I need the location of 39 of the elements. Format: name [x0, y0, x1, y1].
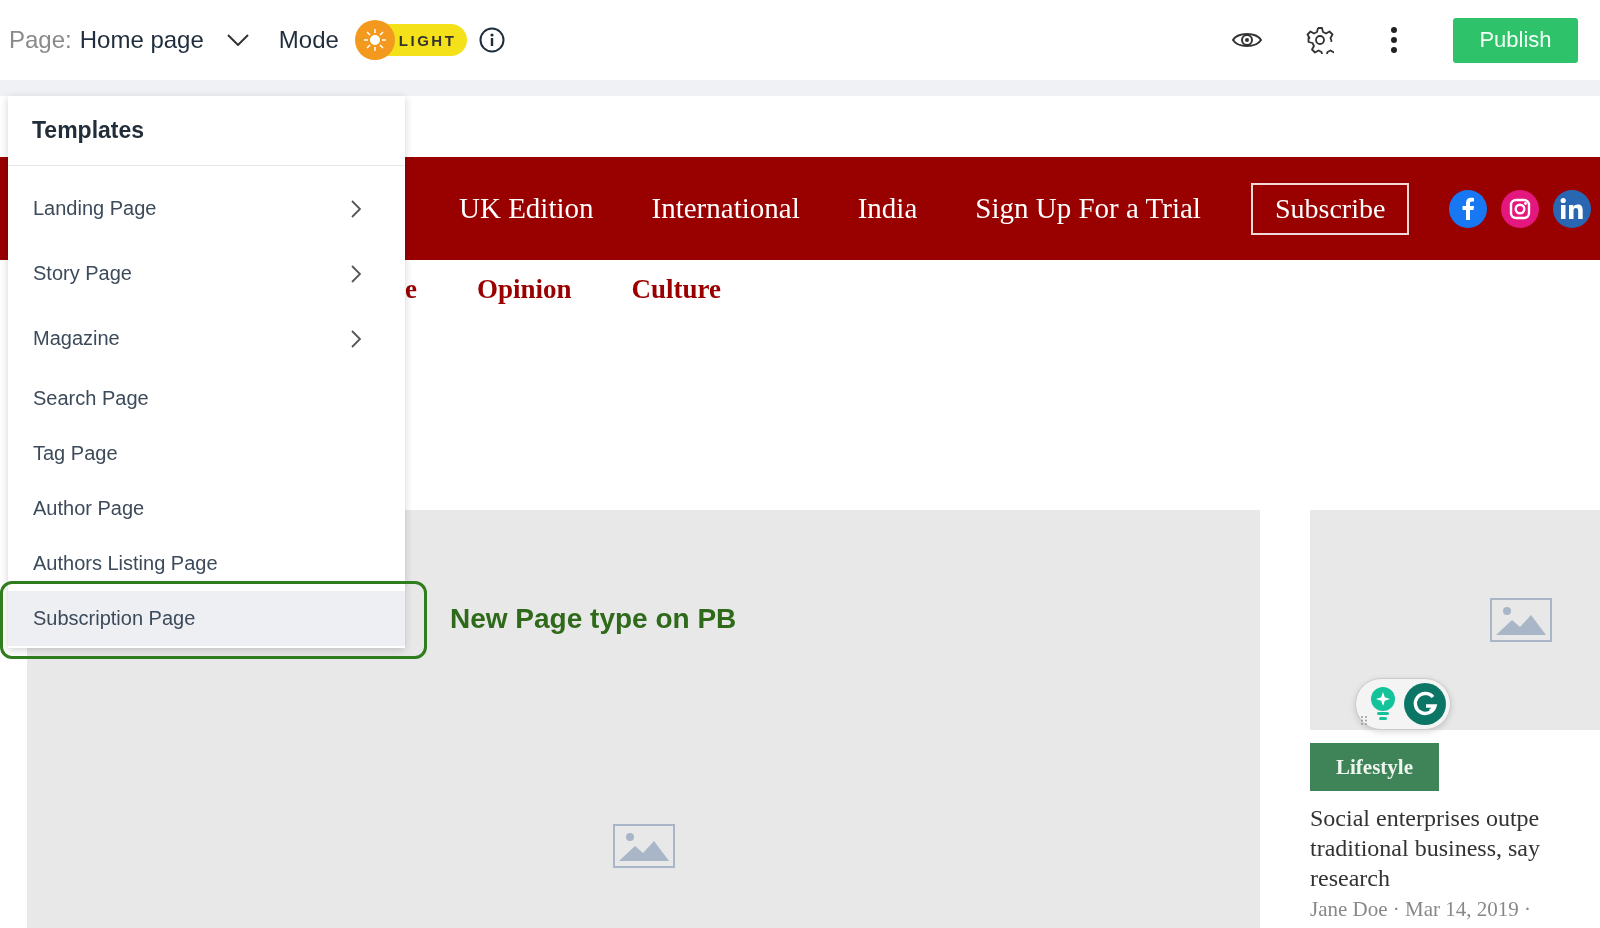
linkedin-icon[interactable] — [1553, 189, 1592, 228]
facebook-icon[interactable] — [1449, 189, 1488, 228]
page-label: Page: — [9, 26, 72, 54]
instagram-icon[interactable] — [1501, 189, 1540, 228]
section-link[interactable]: e — [405, 274, 417, 310]
menu-item[interactable]: Search Page — [8, 371, 405, 426]
chevron-right-icon[interactable] — [351, 199, 361, 218]
g-logo-icon[interactable] — [1404, 683, 1446, 725]
page-name[interactable]: Home page — [79, 26, 204, 54]
chevron-down-icon[interactable] — [226, 34, 249, 46]
section-link[interactable]: Opinion — [477, 274, 572, 310]
chevron-right-icon[interactable] — [351, 264, 361, 283]
menu-item[interactable]: Landing Page — [8, 176, 405, 241]
subscribe-button[interactable]: Subscribe — [1250, 182, 1410, 235]
menu-title: Templates — [8, 96, 405, 166]
info-icon[interactable] — [478, 27, 505, 53]
story-headline[interactable]: Social enterprises outpe traditional business, say research — [1310, 803, 1540, 893]
nav-link[interactable]: India — [857, 192, 918, 225]
image-icon — [612, 824, 675, 868]
category-tag[interactable]: Lifestyle — [1310, 743, 1439, 791]
menu-item[interactable]: Magazine — [8, 306, 405, 371]
more-icon[interactable] — [1390, 27, 1398, 53]
nav-link[interactable]: Sign Up For a Trial — [975, 192, 1201, 225]
annotation-text: New Page type on PB — [450, 603, 737, 635]
story-meta: Jane Doe · Mar 14, 2019 · — [1310, 897, 1532, 922]
image-icon — [1490, 598, 1552, 642]
eye-icon[interactable] — [1232, 30, 1262, 50]
chevron-right-icon[interactable] — [351, 329, 361, 348]
menu-item[interactable]: Authors Listing Page — [8, 536, 405, 591]
menu-item[interactable]: Tag Page — [8, 426, 405, 481]
menu-item[interactable]: Author Page — [8, 481, 405, 536]
settings-icon[interactable] — [1306, 26, 1334, 54]
nav-link[interactable]: International — [651, 192, 800, 225]
drag-handle-icon[interactable] — [1361, 716, 1367, 725]
menu-item[interactable]: Story Page — [8, 241, 405, 306]
menu-item[interactable]: Subscription Page — [8, 591, 405, 646]
nav-link[interactable]: UK Edition — [459, 192, 594, 225]
section-link[interactable]: Culture — [631, 274, 722, 310]
mode-label: Mode — [278, 26, 339, 54]
